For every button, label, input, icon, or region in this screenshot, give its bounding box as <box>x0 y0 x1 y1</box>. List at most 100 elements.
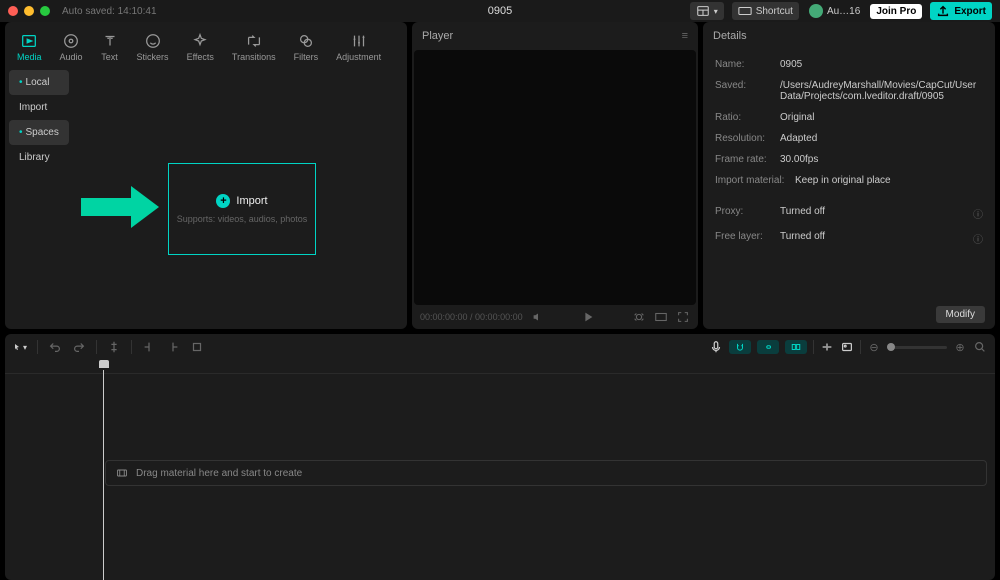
details-body: Name:0905 Saved:/Users/AudreyMarshall/Mo… <box>703 50 995 300</box>
stickers-icon <box>144 32 162 50</box>
minimize-window-button[interactable] <box>24 6 34 16</box>
sidebar-item-label: Import <box>19 102 47 113</box>
detail-value: Keep in original place <box>795 175 983 186</box>
sidebar-item-spaces[interactable]: •Spaces <box>9 120 69 145</box>
maximize-window-button[interactable] <box>40 6 50 16</box>
detail-label: Saved: <box>715 80 780 102</box>
detail-label: Frame rate: <box>715 154 780 165</box>
timeline[interactable]: Drag material here and start to create <box>5 360 995 580</box>
sidebar-item-import[interactable]: Import <box>9 95 69 120</box>
detail-value: 0905 <box>780 59 983 70</box>
info-icon[interactable]: ⓘ <box>973 231 983 246</box>
tab-effects[interactable]: Effects <box>179 28 222 66</box>
snapshot-icon[interactable] <box>632 310 646 324</box>
tab-text[interactable]: Text <box>93 28 127 66</box>
zoom-in-icon[interactable]: ⊕ <box>953 340 967 354</box>
player-timecode: 00:00:00:00 / 00:00:00:00 <box>420 312 523 322</box>
sidebar-item-local[interactable]: •Local <box>9 70 69 95</box>
tab-transitions[interactable]: Transitions <box>224 28 284 66</box>
player-menu-icon[interactable]: ≡ <box>682 30 688 42</box>
timeline-ruler[interactable] <box>5 360 995 374</box>
details-title: Details <box>713 30 747 42</box>
player-controls: 00:00:00:00 / 00:00:00:00 <box>412 305 698 329</box>
info-icon[interactable]: ⓘ <box>973 206 983 221</box>
join-pro-label: Join Pro <box>876 6 916 17</box>
link-toggle[interactable] <box>757 340 779 354</box>
project-title: 0905 <box>488 5 512 17</box>
tab-adjustment-label: Adjustment <box>336 52 381 62</box>
undo-icon[interactable] <box>48 340 62 354</box>
player-title: Player <box>422 30 453 42</box>
ratio-icon[interactable] <box>654 310 668 324</box>
zoom-out-icon[interactable]: ⊖ <box>867 340 881 354</box>
transitions-icon <box>245 32 263 50</box>
playhead-line <box>103 370 104 580</box>
titlebar: Auto saved: 14:10:41 0905 ▾ Shortcut Au…… <box>0 0 1000 22</box>
close-window-button[interactable] <box>8 6 18 16</box>
import-label: Import <box>236 195 267 207</box>
playhead-handle[interactable] <box>99 360 111 370</box>
effects-icon <box>191 32 209 50</box>
delete-right-icon[interactable] <box>166 340 180 354</box>
shortcut-button[interactable]: Shortcut <box>732 2 799 20</box>
import-subtext: Supports: videos, audios, photos <box>177 214 308 224</box>
mic-icon[interactable] <box>709 340 723 354</box>
detail-label: Resolution: <box>715 133 780 144</box>
shortcut-label: Shortcut <box>756 6 793 17</box>
crop-icon[interactable] <box>190 340 204 354</box>
align-icon[interactable] <box>820 340 834 354</box>
play-button[interactable] <box>581 310 595 324</box>
volume-icon[interactable] <box>531 310 545 324</box>
sidebar-item-label: Library <box>19 152 50 163</box>
sidebar-item-library[interactable]: Library <box>9 145 69 170</box>
keyboard-icon <box>738 4 752 18</box>
sidebar-item-label: Spaces <box>26 127 59 138</box>
player-panel: Player ≡ 00:00:00:00 / 00:00:00:00 <box>412 22 698 329</box>
tab-stickers[interactable]: Stickers <box>129 28 177 66</box>
magnet-toggle[interactable] <box>729 340 751 354</box>
detail-value: Original <box>780 112 983 123</box>
import-dropzone[interactable]: + Import Supports: videos, audios, photo… <box>168 163 316 255</box>
tab-adjustment[interactable]: Adjustment <box>328 28 389 66</box>
redo-icon[interactable] <box>72 340 86 354</box>
detail-label: Proxy: <box>715 206 780 221</box>
arrow-annotation <box>71 182 161 232</box>
player-viewport[interactable] <box>414 50 696 305</box>
detail-label: Name: <box>715 59 780 70</box>
zoom-fit-icon[interactable] <box>973 340 987 354</box>
detail-label: Free layer: <box>715 231 780 246</box>
pointer-tool-icon[interactable]: ▾ <box>13 340 27 354</box>
details-panel: Details Name:0905 Saved:/Users/AudreyMar… <box>703 22 995 329</box>
plus-icon: + <box>216 194 230 208</box>
layout-icon <box>696 4 710 18</box>
export-button[interactable]: Export <box>930 2 992 20</box>
detail-value: Adapted <box>780 133 983 144</box>
join-pro-button[interactable]: Join Pro <box>870 4 922 19</box>
tab-audio[interactable]: Audio <box>52 28 91 66</box>
user-menu[interactable]: Au…16 <box>807 4 862 18</box>
modify-button[interactable]: Modify <box>936 306 985 323</box>
media-panel: Media Audio Text Stickers Effects Transi… <box>5 22 407 329</box>
tab-filters[interactable]: Filters <box>286 28 327 66</box>
tab-media[interactable]: Media <box>9 28 50 66</box>
media-area: + Import Supports: videos, audios, photo… <box>73 66 407 329</box>
detail-value: /Users/AudreyMarshall/Movies/CapCut/User… <box>780 80 983 102</box>
zoom-slider[interactable] <box>887 346 947 349</box>
detail-label: Import material: <box>715 175 795 186</box>
window-controls <box>8 6 50 16</box>
clip-icon <box>116 467 128 479</box>
layout-button[interactable]: ▾ <box>690 2 724 20</box>
cover-icon[interactable] <box>840 340 854 354</box>
timeline-empty-track[interactable]: Drag material here and start to create <box>105 460 987 486</box>
tab-effects-label: Effects <box>187 52 214 62</box>
delete-left-icon[interactable] <box>142 340 156 354</box>
preview-toggle[interactable] <box>785 340 807 354</box>
detail-value: Turned off <box>780 206 973 221</box>
fullscreen-icon[interactable] <box>676 310 690 324</box>
filters-icon <box>297 32 315 50</box>
split-icon[interactable] <box>107 340 121 354</box>
detail-value: Turned off <box>780 231 973 246</box>
avatar-icon <box>809 4 823 18</box>
adjustment-icon <box>350 32 368 50</box>
autosave-status: Auto saved: 14:10:41 <box>62 6 157 17</box>
